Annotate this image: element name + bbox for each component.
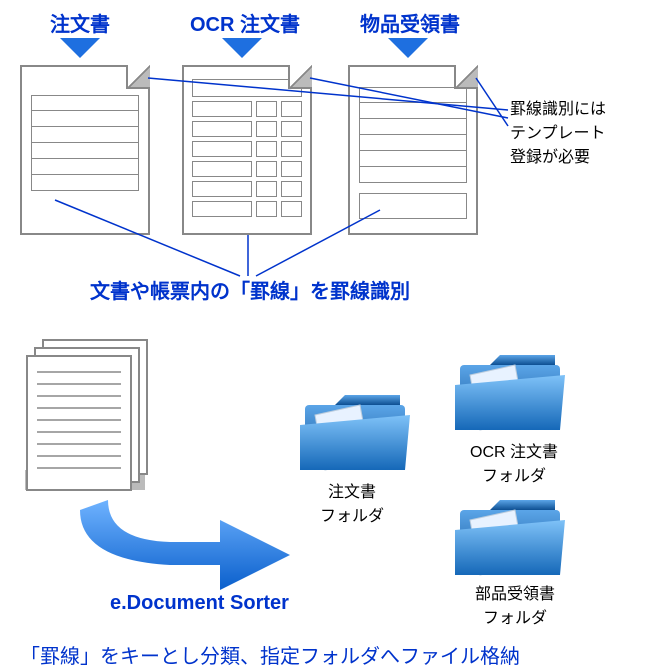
app-name: e.Document Sorter (110, 592, 289, 615)
folder-label-2: OCR 注文書 フォルダ (470, 438, 558, 486)
folders-group (0, 0, 650, 670)
diagram-root: 注文書 OCR 注文書 物品受領書 (0, 0, 650, 670)
bottom-caption: 「罫線」をキーとし分類、指定フォルダへファイル格納 (20, 640, 520, 669)
folder-label-1: 注文書 フォルダ (320, 478, 384, 526)
folder-label-3: 部品受領書 フォルダ (475, 580, 555, 628)
